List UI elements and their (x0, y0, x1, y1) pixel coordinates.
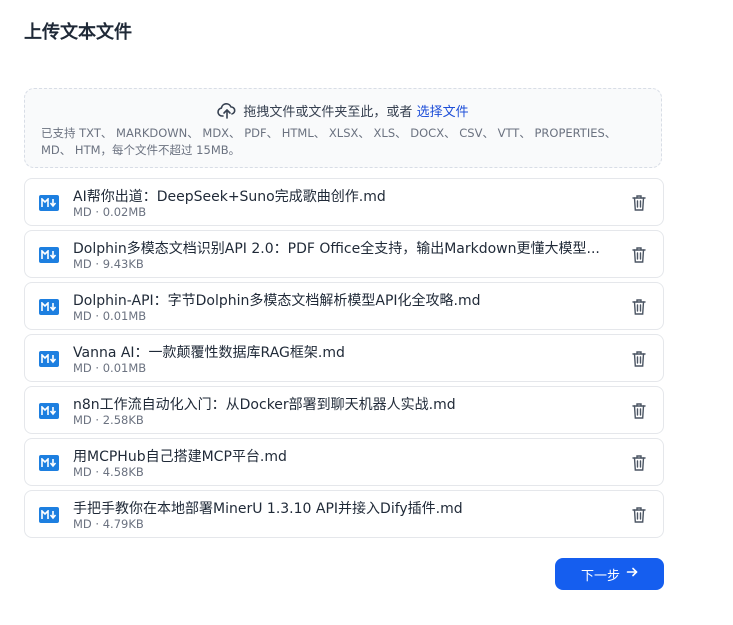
delete-icon[interactable] (631, 298, 647, 316)
markdown-file-icon (39, 247, 59, 263)
file-item[interactable]: 用MCPHub自己搭建MCP平台.md MD · 4.58KB (24, 438, 664, 486)
file-meta: MD · 0.02MB (73, 205, 147, 219)
arrow-right-icon (626, 566, 638, 582)
file-name: Dolphin多模态文档识别API 2.0：PDF Office全支持，输出Ma… (73, 241, 600, 257)
file-item[interactable]: Dolphin多模态文档识别API 2.0：PDF Office全支持，输出Ma… (24, 230, 664, 278)
delete-icon[interactable] (631, 454, 647, 472)
delete-icon[interactable] (631, 246, 647, 264)
file-name: Vanna AI：一款颠覆性数据库RAG框架.md (73, 345, 345, 361)
delete-icon[interactable] (631, 350, 647, 368)
next-step-button[interactable]: 下一步 (555, 558, 664, 590)
cloud-upload-icon (217, 102, 237, 124)
markdown-file-icon (39, 195, 59, 211)
file-meta: MD · 0.01MB (73, 309, 147, 323)
page-title: 上传文本文件 (24, 22, 132, 43)
dropzone-prompt-row: 拖拽文件或文件夹至此，或者 选择文件 (25, 101, 661, 124)
supported-formats-text: 已支持 TXT、 MARKDOWN、 MDX、 PDF、 HTML、 XLSX、… (41, 126, 617, 157)
file-meta: MD · 0.01MB (73, 361, 147, 375)
file-name: Dolphin-API：字节Dolphin多模态文档解析模型API化全攻略.md (73, 293, 481, 309)
file-item[interactable]: AI帮你出道：DeepSeek+Suno完成歌曲创作.md MD · 0.02M… (24, 178, 664, 226)
file-meta: MD · 9.43KB (73, 257, 144, 271)
upload-dropzone[interactable]: 拖拽文件或文件夹至此，或者 选择文件 已支持 TXT、 MARKDOWN、 MD… (24, 88, 662, 168)
file-item[interactable]: Vanna AI：一款颠覆性数据库RAG框架.md MD · 0.01MB (24, 334, 664, 382)
file-name: 手把手教你在本地部署MinerU 1.3.10 API并接入Dify插件.md (73, 501, 463, 517)
next-step-label: 下一步 (580, 568, 620, 584)
select-file-link[interactable]: 选择文件 (417, 105, 469, 120)
dropzone-prompt: 拖拽文件或文件夹至此，或者 (243, 105, 413, 120)
delete-icon[interactable] (631, 194, 647, 212)
markdown-file-icon (39, 299, 59, 315)
markdown-file-icon (39, 351, 59, 367)
file-name: AI帮你出道：DeepSeek+Suno完成歌曲创作.md (73, 189, 386, 205)
file-name: 用MCPHub自己搭建MCP平台.md (73, 449, 287, 465)
file-item[interactable]: 手把手教你在本地部署MinerU 1.3.10 API并接入Dify插件.md … (24, 490, 664, 538)
markdown-file-icon (39, 403, 59, 419)
file-name: n8n工作流自动化入门：从Docker部署到聊天机器人实战.md (73, 397, 456, 413)
file-meta: MD · 4.58KB (73, 465, 144, 479)
file-meta: MD · 4.79KB (73, 517, 144, 531)
file-item[interactable]: n8n工作流自动化入门：从Docker部署到聊天机器人实战.md MD · 2.… (24, 386, 664, 434)
delete-icon[interactable] (631, 506, 647, 524)
markdown-file-icon (39, 455, 59, 471)
file-meta: MD · 2.58KB (73, 413, 144, 427)
markdown-file-icon (39, 507, 59, 523)
file-item[interactable]: Dolphin-API：字节Dolphin多模态文档解析模型API化全攻略.md… (24, 282, 664, 330)
file-list: AI帮你出道：DeepSeek+Suno完成歌曲创作.md MD · 0.02M… (24, 178, 664, 542)
delete-icon[interactable] (631, 402, 647, 420)
